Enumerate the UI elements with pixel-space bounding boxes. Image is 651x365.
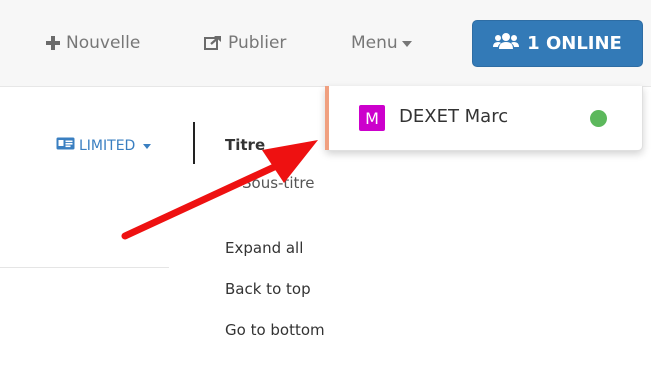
online-users-button[interactable]: 1 ONLINE [472,20,643,67]
expand-all-link[interactable]: Expand all [225,239,303,257]
access-level-label: LIMITED [79,137,136,154]
online-status-icon [590,110,607,127]
online-users-dropdown: M DEXET Marc [325,86,643,151]
new-label: Nouvelle [66,33,141,53]
section-divider [0,267,169,268]
avatar: M [359,105,385,131]
new-button[interactable]: Nouvelle [46,33,140,53]
id-card-icon [56,137,75,154]
caret-down-icon [143,144,152,149]
user-name: DEXET Marc [399,106,509,127]
users-icon [493,32,520,55]
dropdown-accent-bar [325,86,329,150]
share-icon [204,35,222,51]
online-user-item[interactable]: M DEXET Marc [326,86,642,150]
back-to-top-link[interactable]: Back to top [225,280,311,298]
access-level-dropdown[interactable]: LIMITED [56,137,152,154]
toc-subtitle-link[interactable]: Sous-titre [242,174,314,192]
caret-down-icon [401,41,412,47]
online-count-label: 1 ONLINE [527,33,622,54]
toc-divider [193,122,195,164]
plus-icon [46,36,60,50]
go-to-bottom-link[interactable]: Go to bottom [225,321,325,339]
menu-dropdown[interactable]: Menu [351,33,412,53]
menu-label: Menu [351,33,398,53]
publish-label: Publier [228,33,287,53]
publish-button[interactable]: Publier [204,33,286,53]
toc-title-link[interactable]: Titre [225,136,265,154]
top-navbar: Nouvelle Publier Menu 1 ONLINE [0,0,651,87]
